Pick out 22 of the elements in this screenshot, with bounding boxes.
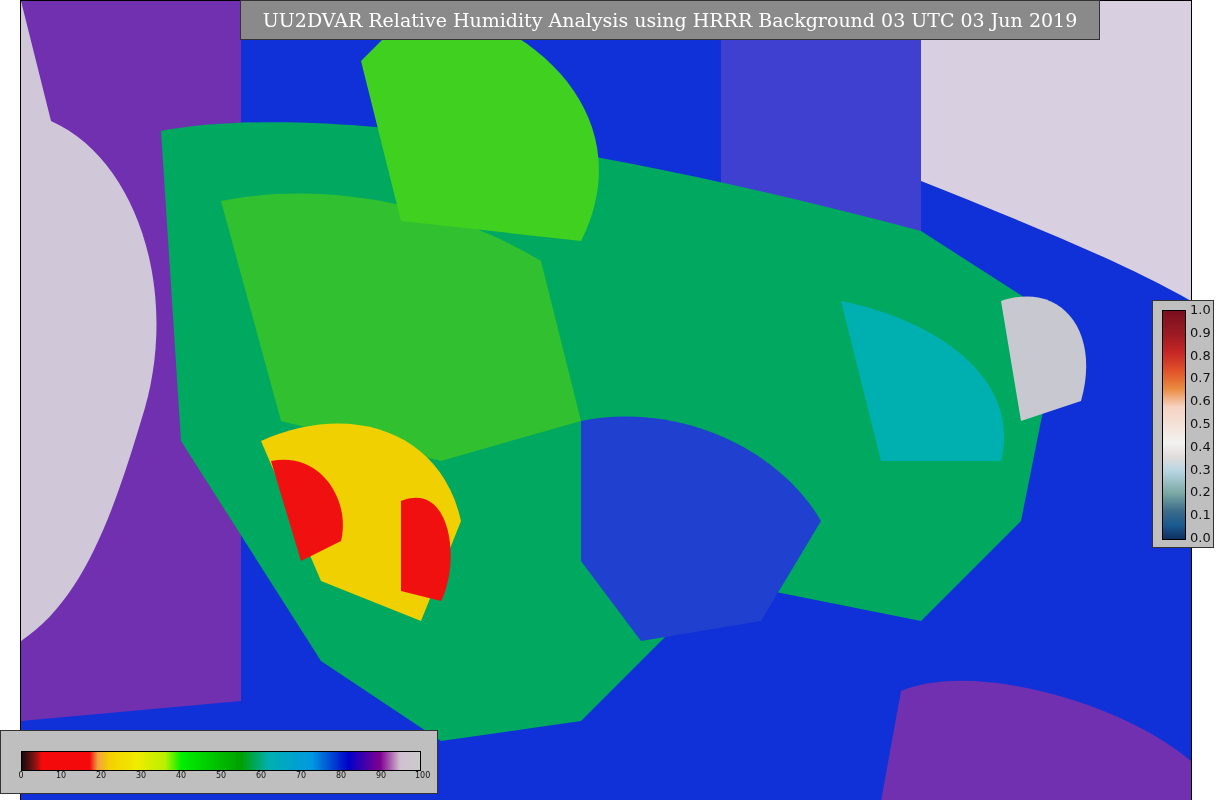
tick-label: 0.0 xyxy=(1190,531,1211,544)
tick-label: 50 xyxy=(215,771,227,780)
tick-label: 0.7 xyxy=(1190,372,1211,385)
tick-label: 0.3 xyxy=(1190,463,1211,476)
tick-label: 10 xyxy=(55,771,67,780)
tick-label: 0.5 xyxy=(1190,418,1211,430)
tick-label: 40 xyxy=(175,771,187,780)
tick-label: 0.8 xyxy=(1190,349,1211,362)
tick-label: 90 xyxy=(375,771,387,780)
tick-label: 0.1 xyxy=(1190,509,1211,522)
tick-label: 70 xyxy=(295,771,307,780)
tick-label: 0 xyxy=(17,771,25,780)
tick-label: 30 xyxy=(135,771,147,780)
tick-label: 80 xyxy=(335,771,347,780)
tick-label: 1.0 xyxy=(1190,304,1211,316)
tick-label: 0.4 xyxy=(1190,440,1211,453)
tick-label: 0.6 xyxy=(1190,395,1211,408)
tick-label: 20 xyxy=(95,771,107,780)
tick-label: 0.2 xyxy=(1190,486,1211,499)
tick-label: 60 xyxy=(255,771,267,780)
tick-label: 0.9 xyxy=(1190,326,1211,339)
chart-title: UU2DVAR Relative Humidity Analysis using HRRR Background 03 UTC 03 Jun 2019 xyxy=(240,0,1100,40)
